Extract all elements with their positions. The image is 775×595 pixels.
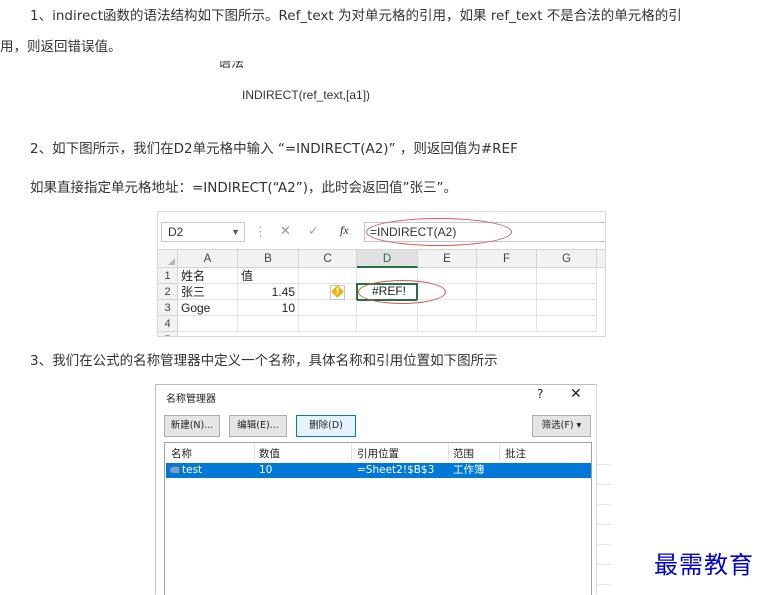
cell-f3[interactable] bbox=[477, 300, 537, 316]
column-header-f[interactable]: F bbox=[477, 250, 537, 268]
names-list[interactable]: 名称 数值 引用位置 范围 批注 test 10 =Sheet2!$B$3 工作… bbox=[164, 442, 592, 595]
row-name[interactable]: test bbox=[182, 464, 202, 477]
column-header-a[interactable]: A bbox=[178, 250, 238, 268]
cell-c3[interactable] bbox=[299, 300, 357, 316]
column-header-e[interactable]: E bbox=[418, 250, 477, 268]
cell-e4[interactable] bbox=[418, 316, 477, 332]
paragraph-1-line-2: 用，则返回错误值。 bbox=[0, 39, 122, 55]
cell-e3[interactable] bbox=[418, 300, 477, 316]
cell-b3[interactable]: 10 bbox=[238, 300, 299, 316]
delete-button[interactable]: 删除(D) bbox=[296, 415, 356, 437]
close-icon[interactable]: ✕ bbox=[570, 386, 582, 402]
watermark: 最需教育 bbox=[654, 551, 754, 579]
header-name[interactable]: 名称 bbox=[171, 446, 192, 461]
excel-screenshot: D2 ▼ ⋮ ✕ ✓ fx =INDIRECT(A2) A B C D E F … bbox=[157, 211, 606, 337]
select-all-corner[interactable] bbox=[158, 250, 178, 268]
header-scope[interactable]: 范围 bbox=[453, 446, 474, 461]
row-refers-to: =Sheet2!$B$3 bbox=[357, 464, 435, 476]
header-refers-to[interactable]: 引用位置 bbox=[357, 446, 399, 461]
cell-g2[interactable] bbox=[537, 284, 597, 300]
paragraph-2: 2、如下图所示，我们在D2单元格中输入 “=INDIRECT(A2)” ，则返回… bbox=[30, 141, 518, 157]
cancel-icon[interactable]: ✕ bbox=[280, 223, 291, 239]
highlight-oval-result bbox=[358, 280, 446, 304]
header-comment[interactable]: 批注 bbox=[505, 446, 526, 461]
column-header-b[interactable]: B bbox=[238, 250, 299, 268]
cell-c2[interactable] bbox=[299, 284, 357, 300]
highlight-oval-formula bbox=[366, 218, 512, 246]
cell-a3[interactable]: Goge bbox=[178, 300, 238, 316]
cell-b4[interactable] bbox=[238, 316, 299, 332]
row-header-5[interactable]: 5 bbox=[158, 332, 178, 336]
name-manager-dialog: 名称管理器 ? ✕ 新建(N)... 编辑(E)... 删除(D) 筛选(F) … bbox=[155, 384, 608, 595]
dialog-title: 名称管理器 bbox=[166, 394, 216, 405]
name-box[interactable]: D2 ▼ bbox=[161, 222, 245, 242]
row-scope: 工作簿 bbox=[453, 464, 485, 476]
cell-g1[interactable] bbox=[537, 268, 597, 284]
column-header-c[interactable]: C bbox=[299, 250, 357, 268]
function-icon[interactable]: fx bbox=[340, 223, 349, 238]
formula-syntax: INDIRECT(ref_text,[a1]) bbox=[242, 88, 371, 102]
new-button[interactable]: 新建(N)... bbox=[164, 415, 220, 437]
cell-c1[interactable] bbox=[299, 268, 357, 284]
row-header-1[interactable]: 1 bbox=[158, 268, 178, 284]
header-value[interactable]: 数值 bbox=[259, 446, 280, 461]
cell-b1[interactable]: 值 bbox=[238, 268, 299, 284]
cell-b2[interactable]: 1.45 bbox=[238, 284, 299, 300]
cell-a4[interactable] bbox=[178, 316, 238, 332]
help-icon[interactable]: ? bbox=[537, 387, 543, 401]
cell-f2[interactable] bbox=[477, 284, 537, 300]
column-header-d[interactable]: D bbox=[357, 250, 418, 268]
column-header-h[interactable] bbox=[597, 250, 605, 268]
formula-bar: D2 ▼ ⋮ ✕ ✓ fx =INDIRECT(A2) bbox=[158, 212, 605, 250]
error-warning-icon[interactable]: ! bbox=[330, 285, 345, 300]
cell-d4[interactable] bbox=[357, 316, 418, 332]
paragraph-1-line-1: 1、indirect函数的语法结构如下图所示。Ref_text 为对单元格的引用… bbox=[30, 8, 682, 24]
chevron-down-icon[interactable]: ▼ bbox=[231, 223, 240, 241]
row-header-2[interactable]: 2 bbox=[158, 284, 178, 300]
cell-c4[interactable] bbox=[299, 316, 357, 332]
background-grid bbox=[596, 384, 611, 594]
paragraph-3: 3、我们在公式的名称管理器中定义一个名称，具体名称和引用位置如下图所示 bbox=[30, 353, 498, 369]
filter-button[interactable]: 筛选(F) ▾ bbox=[532, 415, 591, 437]
row-header-3[interactable]: 3 bbox=[158, 300, 178, 316]
row-header-4[interactable]: 4 bbox=[158, 316, 178, 332]
separator-icon: ⋮ bbox=[254, 224, 267, 239]
formula-syntax-fragment: 语法 bbox=[218, 61, 245, 69]
edit-button[interactable]: 编辑(E)... bbox=[229, 415, 287, 437]
paragraph-2b: 如果直接指定单元格地址：=INDIRECT(“A2”)，此时会返回值”张三”。 bbox=[30, 180, 457, 196]
cell-f4[interactable] bbox=[477, 316, 537, 332]
cell-g3[interactable] bbox=[537, 300, 597, 316]
check-icon[interactable]: ✓ bbox=[308, 223, 319, 239]
name-tag-icon bbox=[169, 466, 180, 474]
cell-a2[interactable]: 张三 bbox=[178, 284, 238, 300]
cell-a1[interactable]: 姓名 bbox=[178, 268, 238, 284]
column-header-g[interactable]: G bbox=[537, 250, 597, 268]
cell-f1[interactable] bbox=[477, 268, 537, 284]
row-value: 10 bbox=[259, 464, 273, 476]
cell-g4[interactable] bbox=[537, 316, 597, 332]
